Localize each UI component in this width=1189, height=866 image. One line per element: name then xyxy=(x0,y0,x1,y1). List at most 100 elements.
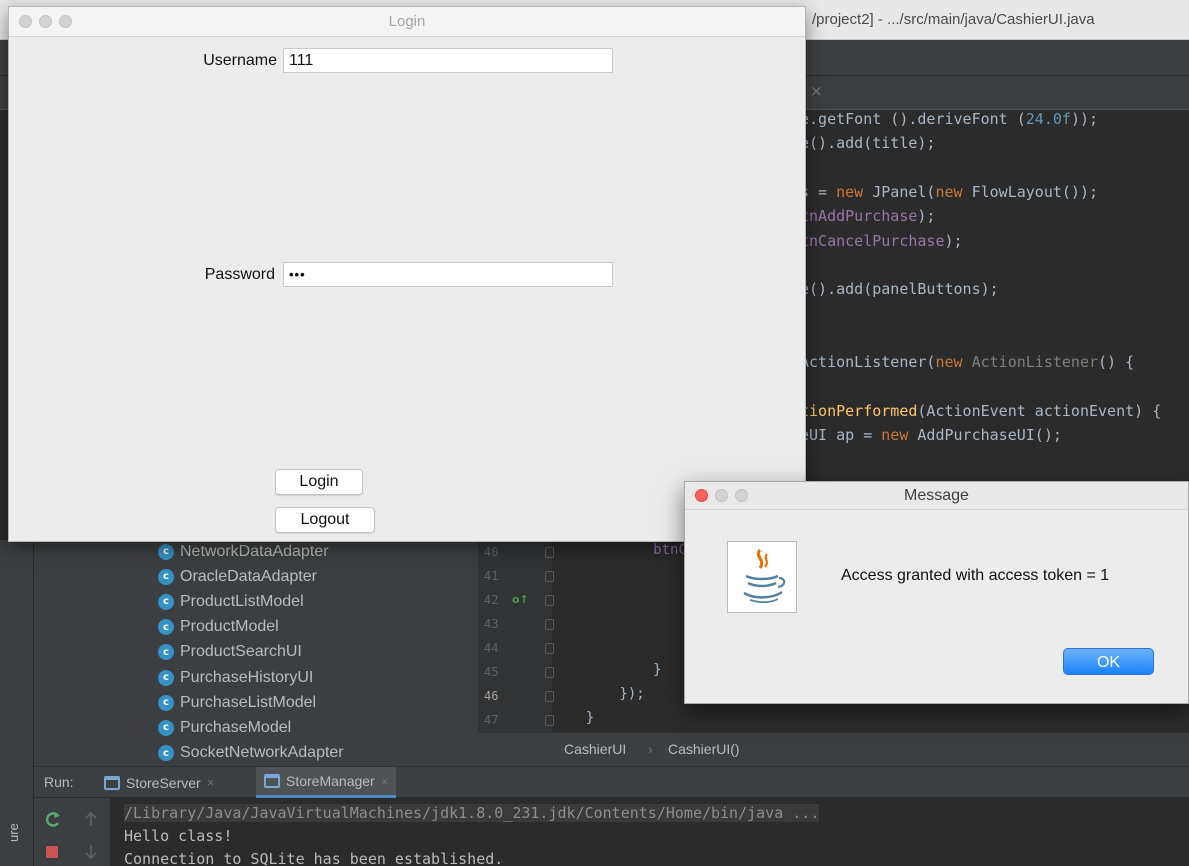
code-token: 24.0f xyxy=(1025,110,1071,128)
console-output[interactable]: /Library/Java/JavaVirtualMachines/jdk1.8… xyxy=(110,798,1189,866)
line-number: 41 xyxy=(484,569,499,583)
tool-window-strip: ure xyxy=(0,540,34,866)
tree-item-label: PurchaseHistoryUI xyxy=(180,668,314,686)
tree-item[interactable]: c ProductListModel xyxy=(158,589,304,614)
code-line: s = new JPanel(new FlowLayout()); xyxy=(800,183,1098,205)
code-token: tnAddPurchase xyxy=(800,207,918,226)
tree-item[interactable]: c ProductModel xyxy=(158,615,279,640)
override-icon[interactable]: o↑ xyxy=(512,593,529,606)
breadcrumb-method[interactable]: CashierUI() xyxy=(668,741,740,757)
username-field[interactable]: 111 xyxy=(283,48,613,73)
code-line: e().add(title); xyxy=(800,134,935,156)
login-window-title: Login xyxy=(388,13,426,30)
code-token: JPanel( xyxy=(863,182,936,201)
tree-item[interactable]: c PurchaseListModel xyxy=(158,690,316,715)
tree-item-label: ProductModel xyxy=(180,618,279,636)
tree-item-label: ProductListModel xyxy=(180,592,304,610)
tree-item-label: NetworkDataAdapter xyxy=(180,542,329,560)
editor-tab-close-icon[interactable]: × xyxy=(810,82,823,100)
code-token: new xyxy=(881,425,909,444)
console-line: Connection to SQLite has been establishe… xyxy=(124,850,504,866)
arrow-up-icon[interactable] xyxy=(84,811,98,827)
code-token: )); xyxy=(1070,110,1099,128)
line-number: 46 xyxy=(484,689,499,703)
code-token: new xyxy=(935,353,963,371)
line-number: 43 xyxy=(484,617,499,631)
class-icon: c xyxy=(158,543,174,560)
code-token: AddPurchaseUI(); xyxy=(908,425,1062,444)
line-number: 47 xyxy=(484,713,499,727)
code-token: ); xyxy=(917,207,936,226)
arrow-down-icon[interactable] xyxy=(84,844,98,860)
code-line: } xyxy=(552,710,594,732)
code-line: } xyxy=(552,662,661,684)
code-token: tnCancelPurchase xyxy=(800,231,945,250)
java-logo-icon xyxy=(727,541,797,613)
code-line: btnCa xyxy=(552,542,695,564)
tree-item[interactable]: c OracleDataAdapter xyxy=(158,564,317,589)
console-line: Hello class! xyxy=(124,827,233,845)
code-token: new xyxy=(935,182,963,201)
tree-item[interactable]: c PurchaseHistoryUI xyxy=(158,665,313,690)
login-button[interactable]: Login xyxy=(275,469,363,495)
logout-button[interactable]: Logout xyxy=(275,507,375,533)
tree-item-label: OracleDataAdapter xyxy=(180,567,317,585)
code-token: FlowLayout()); xyxy=(962,182,1099,201)
code-token: e().add(title); xyxy=(800,134,936,153)
run-tabbar: Run: StoreServer × StoreManager × xyxy=(34,766,1189,798)
close-icon[interactable]: × xyxy=(207,775,215,790)
line-number: 45 xyxy=(484,665,499,679)
structure-tool-label[interactable]: ure xyxy=(6,823,21,842)
code-line: e().add(panelButtons); xyxy=(800,280,999,302)
code-line: ActionListener(new ActionListener() { xyxy=(800,353,1134,375)
message-text: Access granted with access token = 1 xyxy=(841,567,1110,584)
ide-window-title: /project2] - .../src/main/java/CashierUI… xyxy=(812,11,1095,28)
message-title: Message xyxy=(904,487,969,504)
class-icon: c xyxy=(158,745,174,762)
class-icon: c xyxy=(158,694,174,711)
run-label: Run: xyxy=(44,774,74,790)
close-icon[interactable]: × xyxy=(381,774,389,789)
run-tab-storemanager[interactable]: StoreManager × xyxy=(256,767,397,798)
run-toolbar xyxy=(34,798,110,866)
tree-item-label: ProductSearchUI xyxy=(180,643,302,661)
login-titlebar[interactable]: Login xyxy=(9,7,805,37)
line-number: 42 xyxy=(484,593,499,607)
breadcrumb-class[interactable]: CashierUI xyxy=(564,741,626,757)
code-token: (ActionEvent actionEvent) { xyxy=(917,401,1162,420)
code-token: btnCa xyxy=(552,542,696,558)
tree-item-label: SocketNetworkAdapter xyxy=(180,744,344,762)
tree-item[interactable]: c PurchaseModel xyxy=(158,715,291,740)
tree-item[interactable]: c NetworkDataAdapter xyxy=(158,540,329,564)
class-icon: c xyxy=(158,593,174,610)
tree-item[interactable]: c ProductSearchUI xyxy=(158,640,302,665)
run-tab-label: StoreServer xyxy=(126,774,201,791)
tree-item[interactable]: c SocketNetworkAdapter xyxy=(158,741,344,766)
password-field[interactable]: ••• xyxy=(283,262,613,287)
class-icon: c xyxy=(158,568,174,585)
code-line: tnAddPurchase); xyxy=(800,207,935,229)
line-number: 40 xyxy=(484,545,499,559)
project-tree: c NetworkDataAdapter c OracleDataAdapter c Pr… xyxy=(34,540,478,766)
rerun-icon[interactable] xyxy=(44,810,62,828)
run-tab-label: StoreManager xyxy=(286,773,375,789)
code-token: }); xyxy=(552,686,645,702)
message-titlebar[interactable]: Message xyxy=(685,482,1188,510)
code-line: eUI ap = new AddPurchaseUI(); xyxy=(800,426,1062,448)
run-tab-storeserver[interactable]: StoreServer × xyxy=(96,767,222,798)
code-token: e().add(panelButtons); xyxy=(800,280,999,299)
breadcrumb: CashierUI › CashierUI() xyxy=(478,732,1189,766)
ok-button[interactable]: OK xyxy=(1063,648,1154,675)
code-line: p xyxy=(552,590,695,612)
code-token: } xyxy=(552,710,595,726)
code-bottom-region: btnCa @ p } }); } xyxy=(552,540,696,732)
code-token: eUI ap = xyxy=(800,425,882,444)
breadcrumb-separator: › xyxy=(648,741,653,757)
code-token: ); xyxy=(944,231,963,250)
console-icon xyxy=(104,775,120,790)
stop-icon[interactable] xyxy=(46,846,58,858)
class-icon: c xyxy=(158,644,174,661)
code-line: tionPerformed(ActionEvent actionEvent) { xyxy=(800,402,1161,424)
